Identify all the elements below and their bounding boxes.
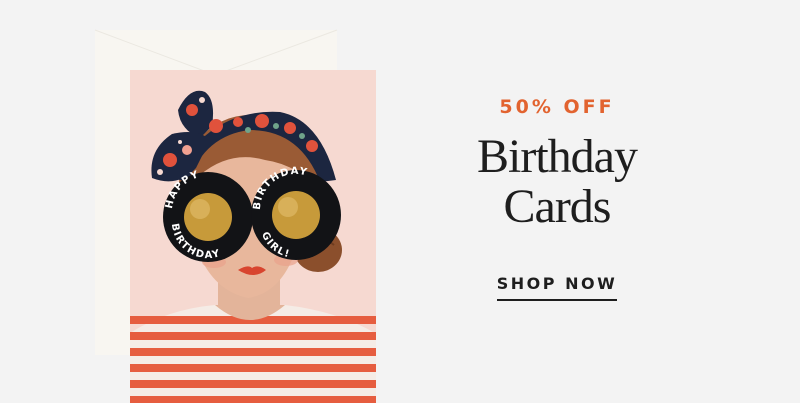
shop-now-link[interactable]: SHOP NOW [496,274,618,301]
promo-banner[interactable]: HAPPY BIRTHDAY BIRTHDAY GIRL! 50% OFF Bi… [0,0,800,403]
headline: Birthday Cards [452,132,662,232]
birthday-card-illustration: HAPPY BIRTHDAY BIRTHDAY GIRL! [94,29,376,403]
headline-line-1: Birthday [477,130,638,183]
promo-text-block: 50% OFF Birthday Cards SHOP NOW [452,96,662,301]
discount-label: 50% OFF [499,96,615,118]
left-lens [184,193,232,241]
headline-line-2: Cards [503,180,612,233]
right-lens [272,191,320,239]
